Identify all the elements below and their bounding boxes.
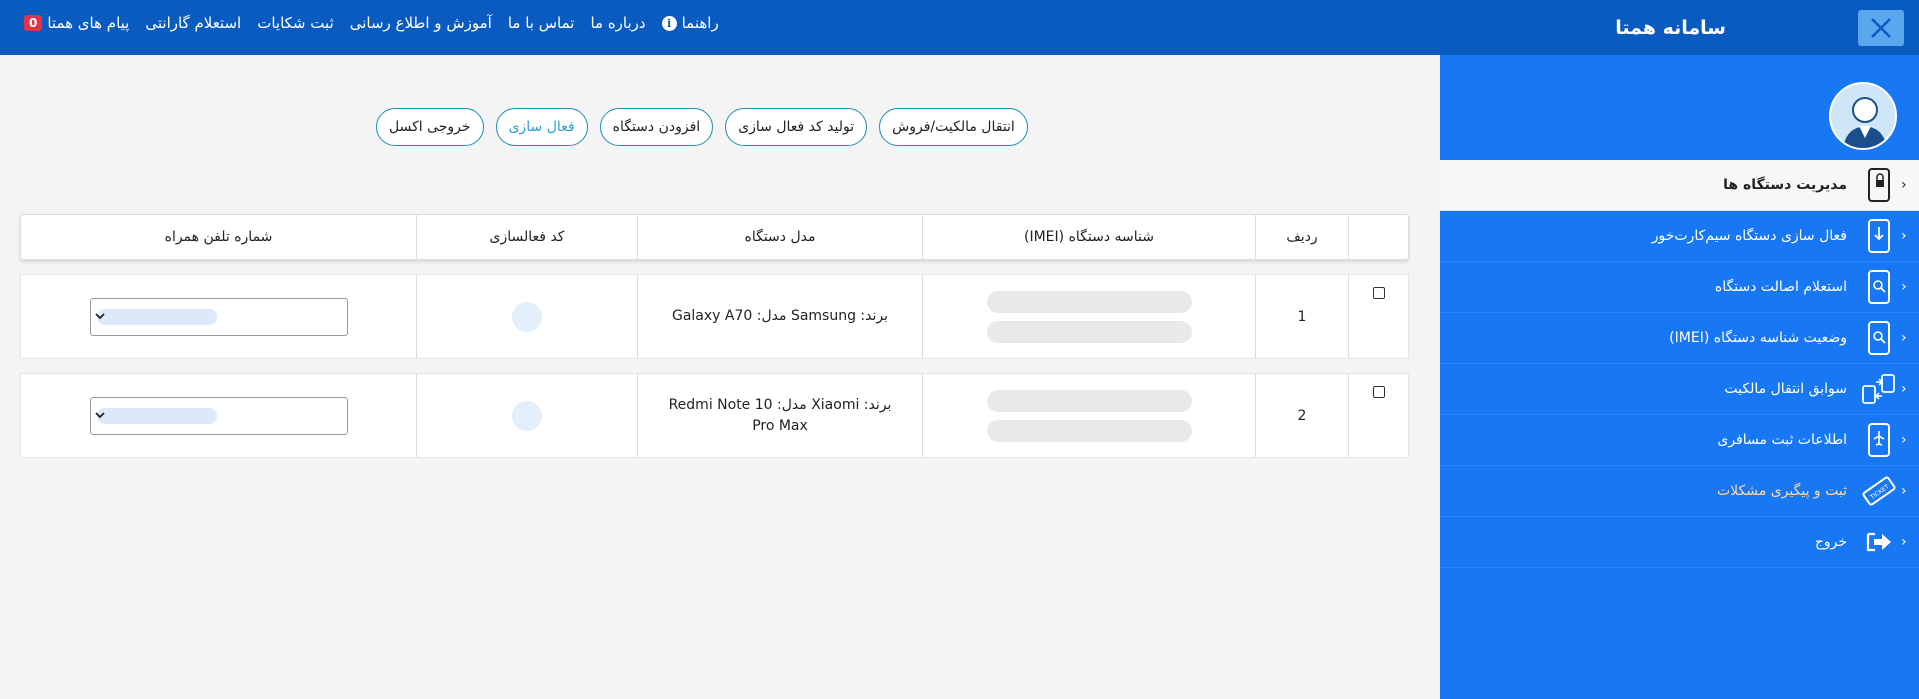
phone-cell: [21, 374, 416, 457]
info-icon: i: [661, 15, 677, 31]
nav-messages[interactable]: پیام های همتا 0: [24, 14, 129, 32]
phone-arrow-icon: [1861, 218, 1897, 254]
index-cell: 2: [1255, 374, 1348, 457]
phone-plane-icon: [1861, 422, 1897, 458]
sidebar-item-device-management[interactable]: مدیریت دستگاه ها ‹: [1440, 160, 1919, 211]
row-checkbox[interactable]: [1372, 287, 1385, 299]
phone-search-icon: [1861, 269, 1897, 305]
messages-count-badge: 0: [24, 15, 43, 31]
imei-cell: [922, 275, 1255, 358]
sidebar-item-label: استعلام اصالت دستگاه: [1714, 279, 1847, 295]
chevron-left-icon: ‹: [1901, 534, 1907, 550]
nav-warranty-inquiry[interactable]: استعلام گارانتی: [145, 14, 241, 32]
select-cell: [1348, 275, 1408, 358]
table-header-row: ردیف شناسه دستگاه (IMEI) مدل دستگاه کد ف…: [20, 214, 1409, 260]
nav-contact[interactable]: تماس با ما: [508, 14, 575, 32]
nav-help[interactable]: راهنما i: [661, 14, 719, 32]
chevron-left-icon: ‹: [1901, 177, 1907, 193]
phone-cell: [21, 275, 416, 358]
phone-select[interactable]: [89, 297, 348, 336]
avatar[interactable]: [1829, 82, 1897, 150]
sidebar-item-authenticity-inquiry[interactable]: استعلام اصالت دستگاه ‹: [1440, 262, 1919, 313]
chevron-left-icon: ‹: [1901, 279, 1907, 295]
sidebar-item-logout[interactable]: خروج ‹: [1440, 517, 1919, 568]
phone-redacted: [96, 407, 217, 424]
nav-help-label: راهنما: [681, 14, 719, 32]
sidebar: مدیریت دستگاه ها ‹ فعال سازی دستگاه سیم‌…: [1440, 55, 1919, 699]
sidebar-item-label: فعال سازی دستگاه سیم‌کارت‌خور: [1651, 228, 1847, 244]
chevron-left-icon: ‹: [1901, 228, 1907, 244]
activation-code-cell: [416, 374, 637, 457]
row-checkbox[interactable]: [1372, 386, 1385, 398]
imei-cell: [922, 374, 1255, 457]
activation-code-cell: [416, 275, 637, 358]
logout-icon: [1861, 524, 1897, 560]
table-row: 2 برند: Xiaomi مدل: Redmi Note 10 Pro Ma…: [20, 373, 1409, 458]
nav-about[interactable]: درباره ما: [590, 14, 645, 32]
activation-code-redacted: [512, 301, 542, 332]
select-cell: [1348, 374, 1408, 457]
imei-redacted: [986, 419, 1192, 442]
generate-code-button[interactable]: تولید کد فعال سازی: [725, 108, 868, 146]
header-activation-code: کد فعالسازی: [416, 215, 637, 259]
sidebar-item-label: سوابق انتقال مالکیت: [1724, 381, 1847, 397]
imei-redacted: [986, 290, 1192, 313]
header-imei: شناسه دستگاه (IMEI): [922, 215, 1255, 259]
ticket-icon: TICKET: [1861, 473, 1897, 509]
sidebar-item-label: وضعیت شناسه دستگاه (IMEI): [1669, 330, 1847, 346]
phone-lock-icon: [1861, 167, 1897, 203]
imei-redacted: [986, 389, 1192, 412]
sidebar-item-label: مدیریت دستگاه ها: [1723, 177, 1847, 193]
transfer-ownership-button[interactable]: انتقال مالکیت/فروش: [879, 108, 1028, 146]
table-row: 1 برند: Samsung مدل: Galaxy A70: [20, 274, 1409, 359]
activate-button[interactable]: فعال سازی: [495, 108, 588, 146]
top-bar: سامانه همتا پیام های همتا 0 استعلام گارا…: [0, 0, 1919, 55]
add-device-button[interactable]: افزودن دستگاه: [599, 108, 714, 146]
header-index: ردیف: [1255, 215, 1348, 259]
model-cell: برند: Samsung مدل: Galaxy A70: [637, 275, 922, 358]
nav-messages-label: پیام های همتا: [47, 14, 130, 32]
index-cell: 1: [1255, 275, 1348, 358]
top-nav: پیام های همتا 0 استعلام گارانتی ثبت شکای…: [24, 14, 719, 32]
sidebar-item-label: اطلاعات ثبت مسافری: [1717, 432, 1847, 448]
sidebar-item-label: ثبت و پیگیری مشکلات: [1717, 483, 1847, 499]
header-select-cell: [1348, 215, 1408, 259]
chevron-left-icon: ‹: [1901, 483, 1907, 499]
action-toolbar: خروجی اکسل فعال سازی افزودن دستگاه تولید…: [376, 108, 1028, 146]
phone-search-icon: [1861, 320, 1897, 356]
transfer-icon: [1861, 371, 1897, 407]
nav-education[interactable]: آموزش و اطلاع رسانی: [350, 14, 492, 32]
sidebar-item-label: خروج: [1814, 534, 1847, 550]
devices-table: ردیف شناسه دستگاه (IMEI) مدل دستگاه کد ف…: [20, 214, 1409, 458]
header-phone: شماره تلفن همراه: [164, 229, 273, 245]
close-icon: [1871, 18, 1891, 38]
sidebar-item-traveler-info[interactable]: اطلاعات ثبت مسافری ‹: [1440, 415, 1919, 466]
sidebar-item-transfer-history[interactable]: سوابق انتقال مالکیت ‹: [1440, 364, 1919, 415]
close-button[interactable]: [1858, 10, 1904, 46]
chevron-left-icon: ‹: [1901, 330, 1907, 346]
chevron-down-icon: [94, 313, 105, 320]
app-title: سامانه همتا: [1615, 17, 1726, 39]
imei-redacted: [986, 320, 1192, 343]
phone-redacted: [96, 308, 217, 325]
phone-select[interactable]: [89, 396, 348, 435]
chevron-left-icon: ‹: [1901, 432, 1907, 448]
activation-code-redacted: [512, 400, 542, 431]
sidebar-item-imei-status[interactable]: وضعیت شناسه دستگاه (IMEI) ‹: [1440, 313, 1919, 364]
sidebar-item-activate-device[interactable]: فعال سازی دستگاه سیم‌کارت‌خور ‹: [1440, 211, 1919, 262]
excel-export-button[interactable]: خروجی اکسل: [376, 108, 484, 146]
chevron-left-icon: ‹: [1901, 381, 1907, 397]
profile-area: [1440, 55, 1919, 160]
header-model: مدل دستگاه: [637, 215, 922, 259]
nav-complaints[interactable]: ثبت شکایات: [257, 14, 334, 32]
user-avatar-icon: [1843, 97, 1887, 148]
model-cell: برند: Xiaomi مدل: Redmi Note 10 Pro Max: [637, 374, 922, 457]
sidebar-item-support-tickets[interactable]: TICKET ثبت و پیگیری مشکلات ‹: [1440, 466, 1919, 517]
chevron-down-icon: [94, 412, 105, 419]
